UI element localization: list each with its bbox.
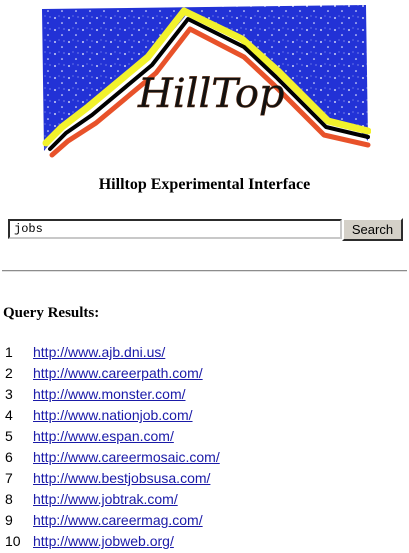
result-item: 8 http://www.jobtrak.com/ [0,489,409,510]
result-link[interactable]: http://www.nationjob.com/ [33,405,193,426]
logo-text: HillTop [137,71,285,117]
result-item: 4 http://www.nationjob.com/ [0,405,409,426]
result-number: 1 [5,344,13,360]
search-input[interactable] [8,219,342,239]
result-link[interactable]: http://www.careermosaic.com/ [33,447,220,468]
result-link[interactable]: http://www.ajb.dni.us/ [33,342,165,363]
result-item: 2 http://www.careerpath.com/ [0,363,409,384]
result-link[interactable]: http://www.careerpath.com/ [33,363,203,384]
page-title: Hilltop Experimental Interface [98,176,311,193]
result-number: 3 [5,386,13,402]
result-link[interactable]: http://www.jobtrak.com/ [33,489,178,510]
result-link[interactable]: http://www.jobweb.org/ [33,531,174,552]
result-number: 4 [5,407,13,423]
results-list: 1 http://www.ajb.dni.us/ 2 http://www.ca… [0,342,409,552]
result-number: 6 [5,449,13,465]
result-link[interactable]: http://www.espan.com/ [33,426,174,447]
result-item: 5 http://www.espan.com/ [0,426,409,447]
result-item: 6 http://www.careermosaic.com/ [0,447,409,468]
result-item: 3 http://www.monster.com/ [0,384,409,405]
result-number: 5 [5,428,13,444]
result-number: 10 [5,533,21,549]
result-item: 10 http://www.jobweb.org/ [0,531,409,552]
search-button[interactable]: Search [342,218,403,241]
result-item: 1 http://www.ajb.dni.us/ [0,342,409,363]
result-number: 7 [5,470,13,486]
result-link[interactable]: http://www.monster.com/ [33,384,186,405]
search-form: Search [8,218,404,241]
results-title: Query Results: [3,305,100,321]
result-number: 9 [5,512,13,528]
result-number: 2 [5,365,13,381]
result-link[interactable]: http://www.bestjobsusa.com/ [33,468,210,489]
hilltop-logo: HillTop [42,5,371,158]
result-number: 8 [5,491,13,507]
divider [2,270,407,272]
result-link[interactable]: http://www.careermag.com/ [33,510,203,531]
result-item: 7 http://www.bestjobsusa.com/ [0,468,409,489]
result-item: 9 http://www.careermag.com/ [0,510,409,531]
